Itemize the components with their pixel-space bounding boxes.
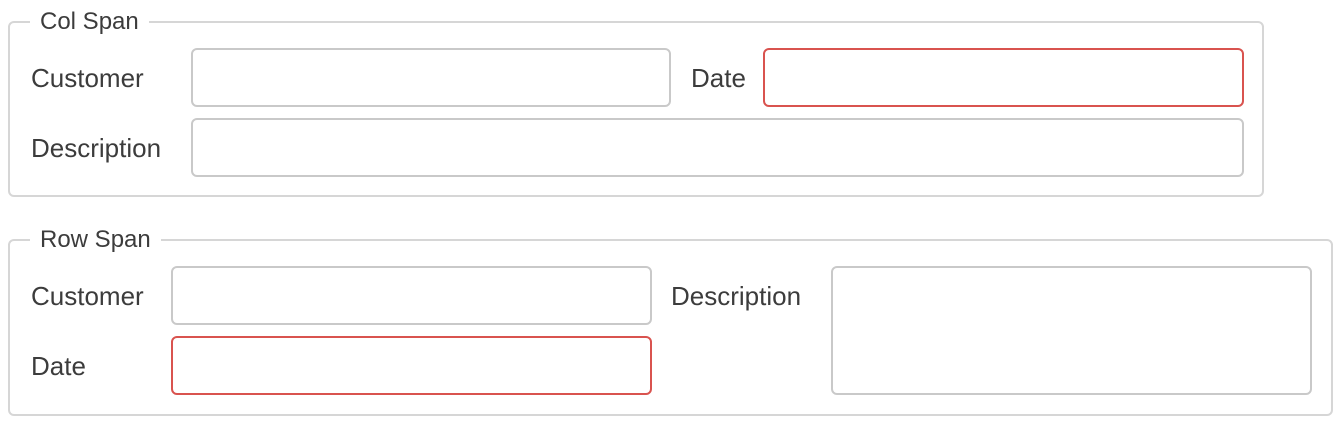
row-span-date-label: Date [31, 351, 86, 381]
row-span-fieldset: Row Span Customer Date Description [8, 227, 1333, 416]
row-span-description-textarea[interactable] [831, 266, 1312, 395]
row-span-customer-input[interactable] [171, 266, 652, 325]
row-span-description-label: Description [671, 281, 802, 311]
col-span-fieldset: Col Span Customer Date Description [8, 9, 1264, 197]
col-span-date-label: Date [691, 63, 746, 93]
col-span-customer-input[interactable] [191, 48, 671, 107]
row-span-legend: Row Span [30, 227, 161, 253]
col-span-description-input[interactable] [191, 118, 1244, 177]
row-span-customer-label: Customer [31, 281, 144, 311]
col-span-description-label: Description [31, 133, 162, 163]
col-span-customer-label: Customer [31, 63, 144, 93]
row-span-date-input[interactable] [171, 336, 652, 395]
col-span-date-input[interactable] [763, 48, 1244, 107]
col-span-legend: Col Span [30, 9, 149, 35]
